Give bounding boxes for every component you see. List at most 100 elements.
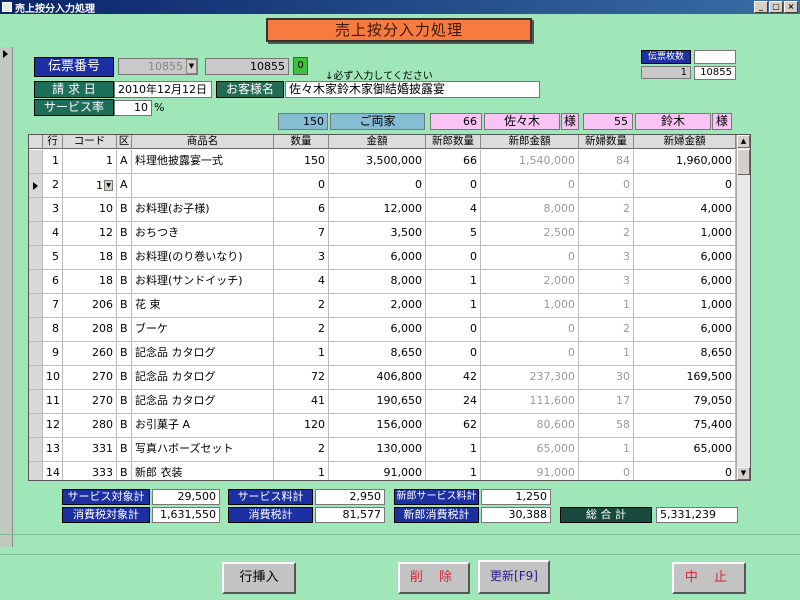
billing-date-field[interactable]: 2010年12月12日 <box>114 81 212 98</box>
table-row[interactable]: 7 206 B 花 束 2 2,000 1 1,000 1 1,000 <box>29 294 736 318</box>
row-line[interactable]: 9 <box>43 342 63 365</box>
row-bride-amount[interactable]: 1,960,000 <box>634 150 736 173</box>
row-kbn[interactable]: B <box>117 342 132 365</box>
row-bride-qty[interactable]: 17 <box>579 390 634 413</box>
scroll-up-icon[interactable]: ▲ <box>737 135 750 148</box>
row-groom-qty[interactable]: 24 <box>426 390 481 413</box>
row-kbn[interactable]: B <box>117 462 132 480</box>
row-qty[interactable]: 1 <box>274 342 329 365</box>
row-kbn[interactable]: B <box>117 390 132 413</box>
row-kbn[interactable]: B <box>117 198 132 221</box>
row-qty[interactable]: 2 <box>274 294 329 317</box>
table-row[interactable]: 13 331 B 写真ハボーズセット 2 130,000 1 65,000 1 65,000 <box>29 438 736 462</box>
row-amount[interactable]: 12,000 <box>329 198 426 221</box>
row-bride-amount[interactable]: 75,400 <box>634 414 736 437</box>
row-bride-qty[interactable]: 2 <box>579 198 634 221</box>
row-code[interactable]: 270 <box>63 390 117 413</box>
row-line[interactable]: 2 <box>43 174 63 197</box>
row-name[interactable]: お料理(お子様) <box>132 198 274 221</box>
row-groom-qty[interactable]: 5 <box>426 222 481 245</box>
row-code[interactable]: 18 <box>63 246 117 269</box>
row-bride-qty[interactable]: 0 <box>579 174 634 197</box>
code-dropdown-icon[interactable]: ▼ <box>104 180 113 191</box>
row-bride-qty[interactable]: 2 <box>579 222 634 245</box>
row-selector[interactable] <box>29 246 43 269</box>
row-selector[interactable] <box>29 174 43 197</box>
close-button[interactable]: × <box>784 1 798 13</box>
row-line[interactable]: 8 <box>43 318 63 341</box>
row-amount[interactable]: 3,500,000 <box>329 150 426 173</box>
row-groom-amount[interactable]: 91,000 <box>481 462 579 480</box>
table-row[interactable]: 8 208 B ブーケ 2 6,000 0 0 2 6,000 <box>29 318 736 342</box>
row-name[interactable] <box>132 174 274 197</box>
row-amount[interactable]: 406,800 <box>329 366 426 389</box>
row-groom-amount[interactable]: 1,540,000 <box>481 150 579 173</box>
row-code[interactable]: 1 <box>63 150 117 173</box>
row-groom-qty[interactable]: 42 <box>426 366 481 389</box>
row-code[interactable]: 333 <box>63 462 117 480</box>
row-kbn[interactable]: B <box>117 414 132 437</box>
row-groom-qty[interactable]: 0 <box>426 318 481 341</box>
row-qty[interactable]: 1 <box>274 462 329 480</box>
row-bride-qty[interactable]: 0 <box>579 462 634 480</box>
row-selector[interactable] <box>29 270 43 293</box>
row-qty[interactable]: 41 <box>274 390 329 413</box>
slip-no-button[interactable]: 0 <box>293 57 308 75</box>
row-bride-qty[interactable]: 58 <box>579 414 634 437</box>
slip-no-dropdown-icon[interactable]: ▼ <box>186 59 197 74</box>
row-kbn[interactable]: B <box>117 270 132 293</box>
row-amount[interactable]: 3,500 <box>329 222 426 245</box>
table-row[interactable]: 4 12 B おちつき 7 3,500 5 2,500 2 1,000 <box>29 222 736 246</box>
row-groom-qty[interactable]: 0 <box>426 342 481 365</box>
row-bride-amount[interactable]: 79,050 <box>634 390 736 413</box>
row-amount[interactable]: 0 <box>329 174 426 197</box>
row-bride-amount[interactable]: 6,000 <box>634 246 736 269</box>
row-kbn[interactable]: B <box>117 246 132 269</box>
row-groom-amount[interactable]: 1,000 <box>481 294 579 317</box>
row-selector[interactable] <box>29 318 43 341</box>
row-line[interactable]: 11 <box>43 390 63 413</box>
row-amount[interactable]: 8,650 <box>329 342 426 365</box>
row-qty[interactable]: 150 <box>274 150 329 173</box>
row-name[interactable]: 記念品 カタログ <box>132 390 274 413</box>
row-code[interactable]: 12 <box>63 222 117 245</box>
row-qty[interactable]: 0 <box>274 174 329 197</box>
row-bride-amount[interactable]: 65,000 <box>634 438 736 461</box>
row-groom-amount[interactable]: 0 <box>481 246 579 269</box>
service-rate-field[interactable]: 10 <box>114 100 152 116</box>
row-name[interactable]: 新郎 衣装 <box>132 462 274 480</box>
row-groom-qty[interactable]: 1 <box>426 438 481 461</box>
row-name[interactable]: 写真ハボーズセット <box>132 438 274 461</box>
row-qty[interactable]: 2 <box>274 318 329 341</box>
row-bride-qty[interactable]: 1 <box>579 438 634 461</box>
record-selector[interactable] <box>0 47 13 547</box>
row-line[interactable]: 14 <box>43 462 63 480</box>
row-groom-amount[interactable]: 0 <box>481 174 579 197</box>
slip-count-no[interactable]: 10855 <box>694 66 736 80</box>
row-qty[interactable]: 72 <box>274 366 329 389</box>
code-combo-value[interactable]: 1 <box>96 175 103 197</box>
table-row[interactable]: 14 333 B 新郎 衣装 1 91,000 1 91,000 0 0 <box>29 462 736 480</box>
row-groom-amount[interactable]: 237,300 <box>481 366 579 389</box>
row-amount[interactable]: 8,000 <box>329 270 426 293</box>
row-kbn[interactable]: B <box>117 438 132 461</box>
row-selector[interactable] <box>29 414 43 437</box>
row-name[interactable]: お料理(サンドイッチ) <box>132 270 274 293</box>
row-groom-amount[interactable]: 0 <box>481 318 579 341</box>
row-groom-amount[interactable]: 8,000 <box>481 198 579 221</box>
row-name[interactable]: 料理他披露宴一式 <box>132 150 274 173</box>
row-groom-qty[interactable]: 1 <box>426 270 481 293</box>
row-kbn[interactable]: B <box>117 318 132 341</box>
slip-no-value[interactable]: 10855 <box>205 58 289 75</box>
row-groom-amount[interactable]: 0 <box>481 342 579 365</box>
delete-button[interactable]: 削 除 <box>398 562 470 594</box>
row-bride-qty[interactable]: 84 <box>579 150 634 173</box>
row-name[interactable]: 花 束 <box>132 294 274 317</box>
row-selector[interactable] <box>29 150 43 173</box>
row-code[interactable]: 260 <box>63 342 117 365</box>
row-bride-qty[interactable]: 3 <box>579 246 634 269</box>
row-qty[interactable]: 6 <box>274 198 329 221</box>
row-line[interactable]: 4 <box>43 222 63 245</box>
row-groom-qty[interactable]: 1 <box>426 294 481 317</box>
row-line[interactable]: 6 <box>43 270 63 293</box>
